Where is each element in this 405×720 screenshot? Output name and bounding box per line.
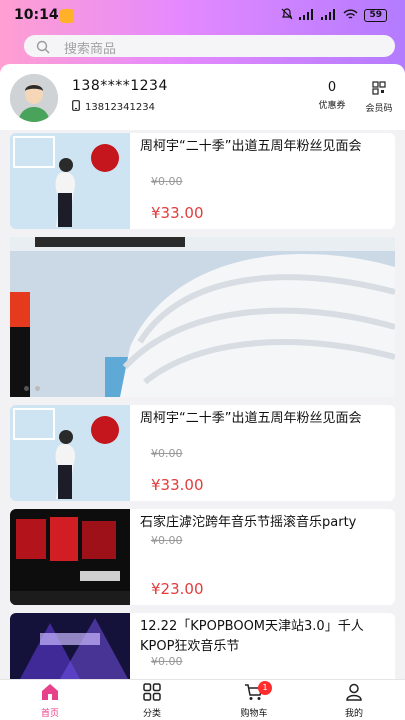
tab-home-label: 首页 — [40, 709, 59, 719]
search-input[interactable]: 搜索商品 — [24, 35, 395, 57]
tab-mine[interactable]: 我的 — [324, 683, 384, 719]
grid-icon — [143, 683, 161, 705]
product-price: ¥33.00 — [151, 204, 204, 222]
product-title: 周柯宇“二十季”出道五周年粉丝见面会 — [140, 411, 362, 426]
status-time: 10:14 — [14, 7, 59, 23]
product-card[interactable]: 石家庄滹沱跨年音乐节摇滚音乐party ¥0.00 ¥23.00 — [10, 509, 395, 605]
search-icon — [36, 39, 50, 58]
product-old-price: ¥0.00 — [151, 655, 183, 668]
user-phone-row: 13812341234 — [72, 100, 155, 114]
product-price: ¥33.00 — [151, 476, 204, 494]
tab-category-label: 分类 — [142, 709, 161, 719]
product-card[interactable]: 周柯宇“二十季”出道五周年粉丝见面会 ¥0.00 ¥33.00 — [10, 133, 395, 229]
coupon-button[interactable]: 0 优惠券 — [312, 80, 352, 111]
product-title: 周柯宇“二十季”出道五周年粉丝见面会 — [140, 139, 362, 154]
coupon-label: 优惠券 — [318, 101, 346, 111]
product-price: ¥23.00 — [151, 580, 204, 598]
product-title: 12.22「KPOPBOOM天津站3.0」千人KPOP狂欢音乐节 — [140, 619, 364, 654]
avatar[interactable] — [10, 74, 58, 122]
member-code-button[interactable]: 会员码 — [360, 80, 398, 114]
product-old-price: ¥0.00 — [151, 447, 183, 460]
product-old-price: ¥0.00 — [151, 175, 183, 188]
product-thumbnail — [10, 405, 130, 501]
product-thumbnail — [10, 613, 130, 679]
tab-cart-label: 购物车 — [240, 709, 268, 719]
status-bar: 10:14 59 — [0, 0, 405, 30]
phone-icon — [72, 100, 80, 114]
product-card[interactable]: 周柯宇“二十季”出道五周年粉丝见面会 ¥0.00 ¥33.00 — [10, 405, 395, 501]
product-card[interactable]: 12.22「KPOPBOOM天津站3.0」千人KPOP狂欢音乐节 ¥0.00 — [10, 613, 395, 679]
user-name: 138****1234 — [72, 78, 168, 94]
profile-card: 138****1234 13812341234 0 优惠券 会员码 — [0, 64, 405, 130]
coupon-count: 0 — [327, 80, 337, 95]
signal-icon — [299, 8, 315, 23]
bottom-tab-bar: 首页 分类 1 购物车 我的 — [0, 679, 405, 720]
pagination-dot[interactable] — [35, 386, 40, 391]
app-notification-icon — [60, 9, 74, 23]
user-icon — [345, 683, 363, 705]
tab-mine-label: 我的 — [344, 709, 363, 719]
battery-indicator: 59 — [364, 9, 387, 22]
home-icon — [40, 684, 60, 705]
banner-pagination — [24, 386, 40, 391]
qrcode-icon — [372, 80, 386, 99]
promo-banner[interactable] — [10, 237, 395, 397]
cart-badge: 1 — [258, 681, 272, 695]
mute-icon — [281, 8, 293, 23]
product-thumbnail — [10, 509, 130, 605]
tab-category[interactable]: 分类 — [122, 683, 182, 719]
product-old-price: ¥0.00 — [151, 534, 183, 547]
tab-home[interactable]: 首页 — [20, 683, 80, 719]
pagination-dot[interactable] — [24, 386, 29, 391]
search-placeholder: 搜索商品 — [64, 42, 117, 57]
signal-icon-2 — [321, 8, 337, 23]
wifi-icon — [343, 9, 358, 23]
product-title: 石家庄滹沱跨年音乐节摇滚音乐party — [140, 515, 357, 530]
product-thumbnail — [10, 133, 130, 229]
member-code-label: 会员码 — [365, 104, 393, 114]
status-indicators: 59 — [281, 8, 387, 23]
user-phone: 13812341234 — [85, 101, 155, 113]
tab-cart[interactable]: 1 购物车 — [224, 681, 284, 719]
